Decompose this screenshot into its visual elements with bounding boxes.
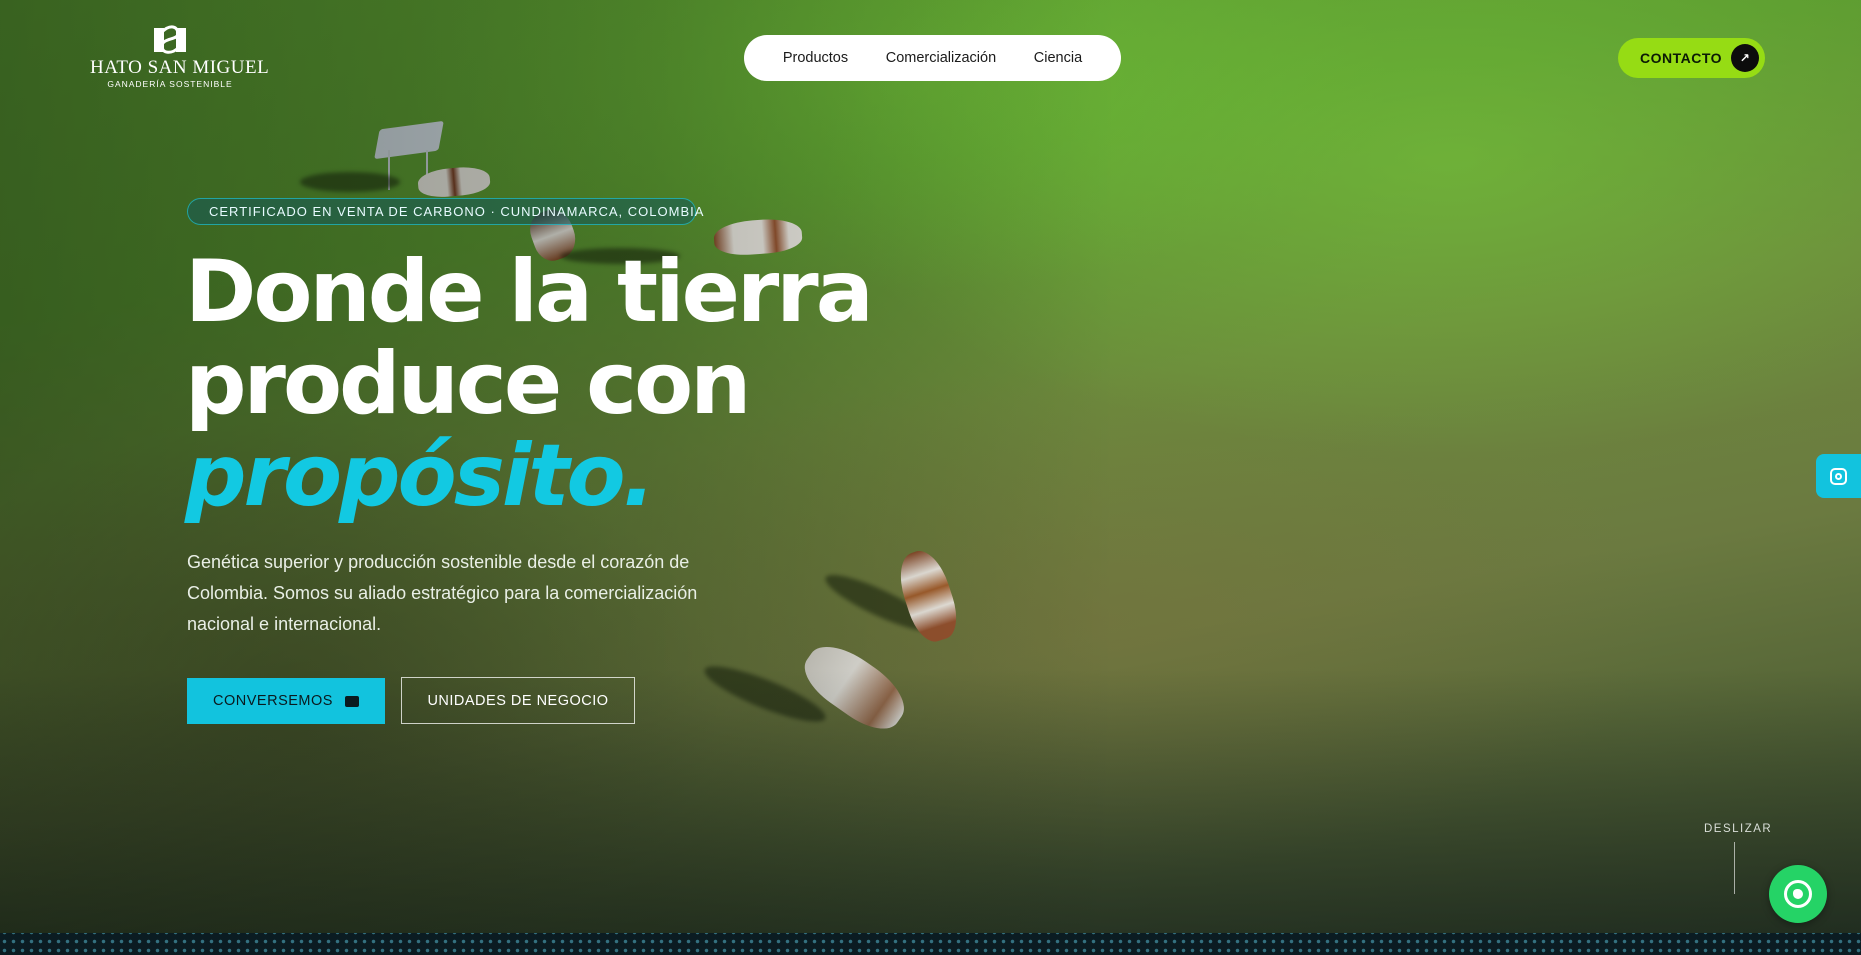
instagram-icon [1830, 467, 1847, 485]
nav-item-productos[interactable]: Productos [783, 50, 848, 66]
certification-badge: CERTIFICADO EN VENTA DE CARBONO · CUNDIN… [187, 198, 703, 225]
monogram-icon [148, 22, 192, 56]
whatsapp-button[interactable] [1769, 865, 1827, 923]
whatsapp-icon [1784, 880, 1812, 908]
scroll-indicator-label: DESLIZAR [1704, 823, 1773, 835]
headline-accent-line: propósito. [185, 430, 885, 522]
conversemos-button-label: CONVERSEMOS [213, 693, 333, 709]
nav-item-comercializacion[interactable]: Comercialización [886, 50, 996, 66]
business-units-button[interactable]: UNIDADES DE NEGOCIO [401, 677, 635, 724]
headline-line-1: Donde la tierra [185, 242, 874, 342]
arrow-up-right-icon: ↗ [1731, 44, 1759, 72]
conversemos-button[interactable]: CONVERSEMOS [187, 678, 385, 724]
brand-logo[interactable]: HATO SAN MIGUEL GANADERÍA SOSTENIBLE [90, 22, 270, 89]
contact-button-label: CONTACTO [1640, 50, 1723, 66]
scroll-indicator-line [1734, 842, 1735, 894]
certification-badge-text: CERTIFICADO EN VENTA DE CARBONO · CUNDIN… [209, 204, 705, 219]
instagram-link[interactable] [1816, 454, 1861, 498]
chat-icon [344, 695, 359, 707]
monogram-graphic [154, 25, 186, 54]
main-nav: Productos Comercialización Ciencia [744, 35, 1121, 81]
brand-name: HATO SAN MIGUEL [90, 57, 270, 78]
nav-item-ciencia[interactable]: Ciencia [1034, 50, 1082, 66]
hero-headline: Donde la tierra produce con propósito. [185, 246, 885, 522]
headline-line-2: produce con [185, 334, 751, 434]
brand-tagline: GANADERÍA SOSTENIBLE [107, 79, 233, 89]
business-units-button-label: UNIDADES DE NEGOCIO [427, 692, 609, 709]
headline-accent: propósito [185, 426, 626, 526]
headline-period: . [622, 426, 656, 526]
contact-button[interactable]: CONTACTO ↗ [1618, 38, 1765, 78]
bottom-decorative-strip [0, 933, 1861, 955]
hero-description: Genética superior y producción sostenibl… [187, 552, 698, 634]
